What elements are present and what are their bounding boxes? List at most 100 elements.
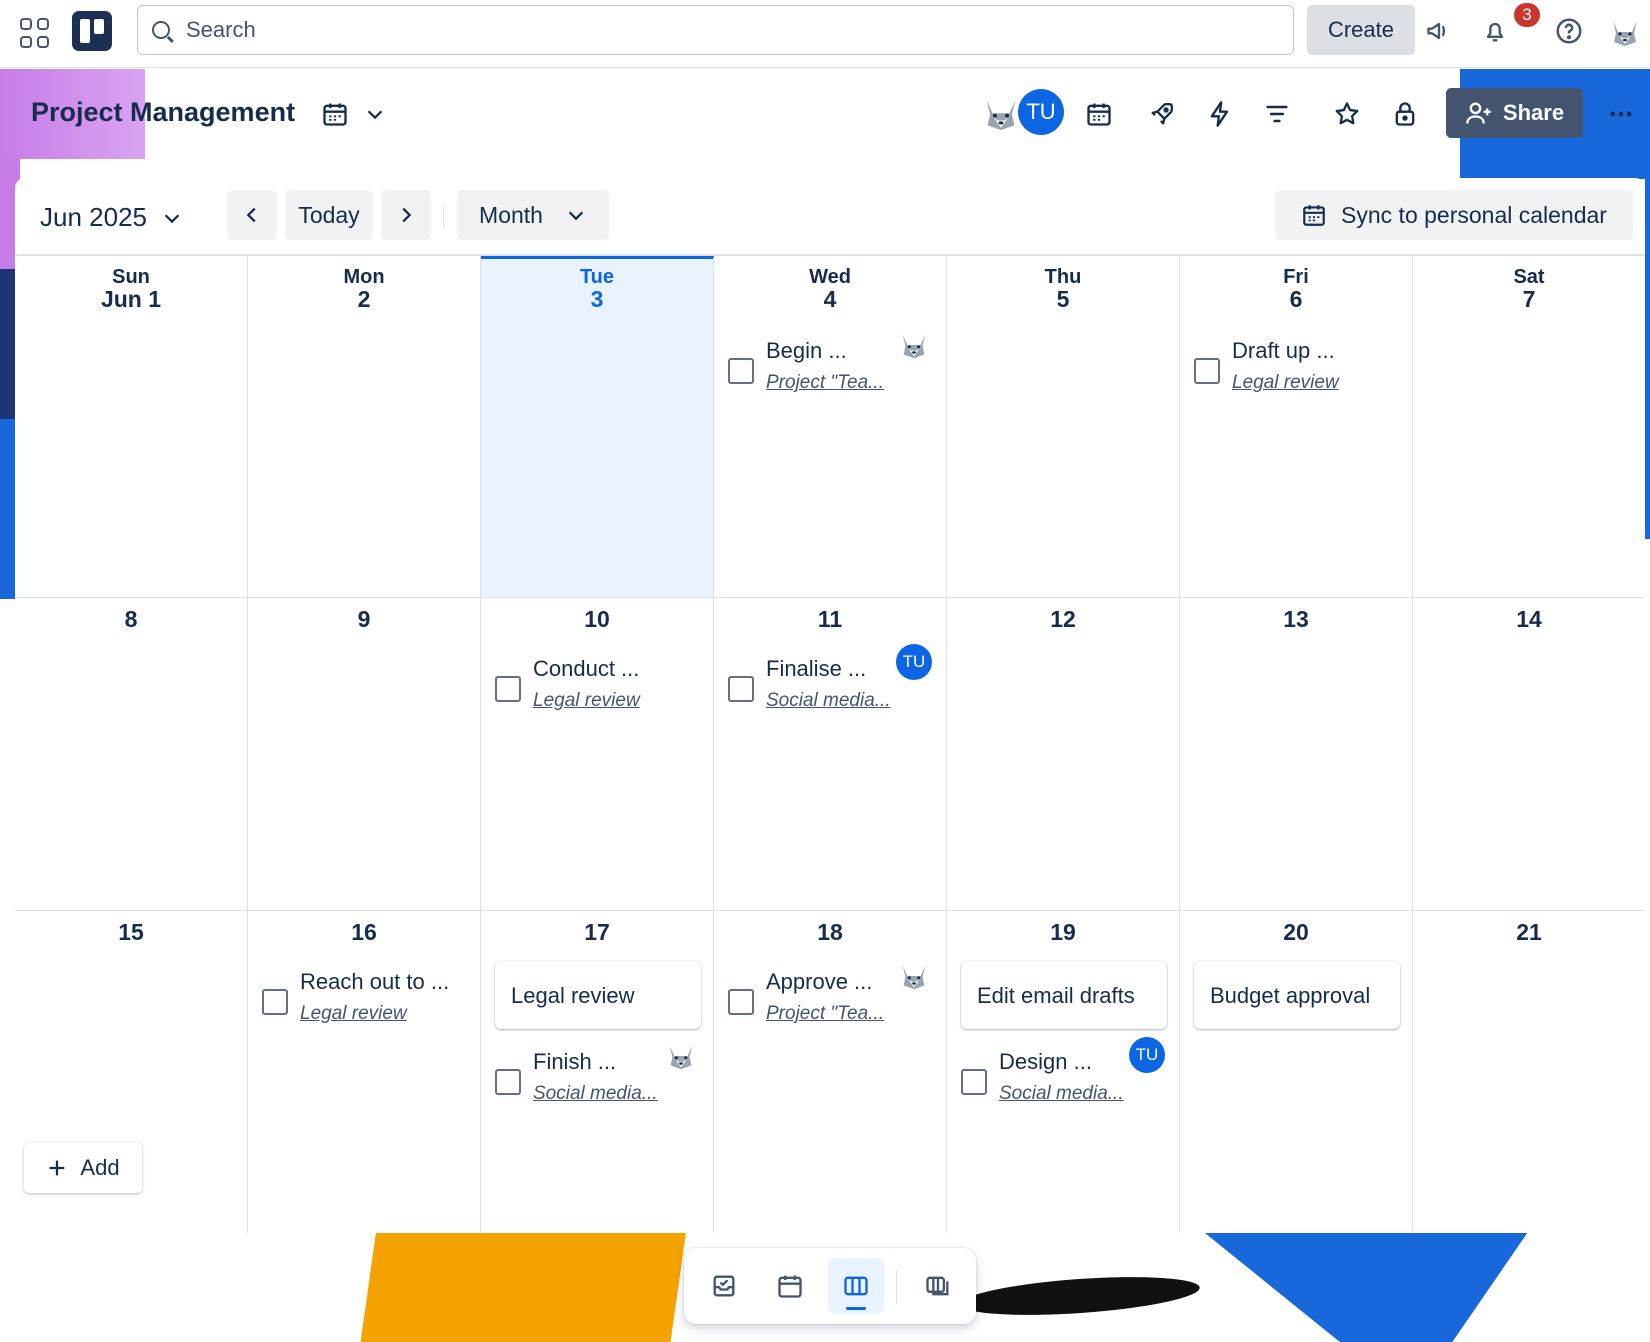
task-item[interactable]: Conduct ... Legal review: [495, 656, 701, 736]
planner-calendar-icon[interactable]: [762, 1258, 818, 1314]
day-cell[interactable]: Sun Jun 1: [15, 256, 248, 598]
day-number: 5: [1056, 286, 1070, 312]
search-input[interactable]: [186, 17, 1186, 43]
day-cell[interactable]: 18 Approve ... Project "Tea...: [714, 911, 947, 1233]
automation-lightning-icon[interactable]: [1203, 97, 1237, 131]
member-avatar-tu[interactable]: TU: [1018, 89, 1064, 135]
share-button[interactable]: Share: [1446, 88, 1583, 138]
chevron-down-icon: [164, 213, 180, 223]
day-number: 10: [584, 606, 610, 632]
day-cell[interactable]: Fri 6 Draft up ... Legal review: [1180, 256, 1413, 598]
more-options-icon[interactable]: [1604, 97, 1638, 131]
sync-calendar-button[interactable]: Sync to personal calendar: [1275, 190, 1633, 240]
task-item[interactable]: Approve ... Project "Tea...: [728, 957, 934, 1049]
chevron-down-icon[interactable]: [358, 97, 392, 131]
day-cell[interactable]: Sat 7: [1413, 256, 1645, 598]
next-month-button[interactable]: [381, 190, 431, 240]
day-number: 2: [357, 286, 371, 312]
event-card[interactable]: Budget approval: [1194, 961, 1400, 1029]
create-button[interactable]: Create: [1307, 5, 1415, 55]
task-checkbox[interactable]: [961, 1069, 987, 1095]
day-cell[interactable]: 17 Legal review Finish ... Social media.…: [481, 911, 714, 1233]
share-label: Share: [1502, 100, 1565, 125]
task-item[interactable]: Finish ... Social media...: [495, 1037, 701, 1129]
inbox-icon[interactable]: [696, 1258, 752, 1314]
day-cell[interactable]: 9: [248, 598, 481, 911]
task-assignee-avatar: [896, 957, 932, 993]
month-picker[interactable]: Jun 2025: [40, 202, 183, 233]
trello-logo-icon[interactable]: [72, 11, 112, 51]
board-title[interactable]: Project Management: [31, 97, 295, 128]
day-cell[interactable]: 21: [1413, 911, 1645, 1233]
task-assignee-avatar: [663, 1037, 699, 1073]
task-title: Reach out to ...: [300, 969, 450, 994]
lock-visibility-icon[interactable]: [1388, 97, 1422, 131]
day-cell[interactable]: Mon 2: [248, 256, 481, 598]
task-list-link[interactable]: Social media...: [999, 1083, 1124, 1105]
search-box[interactable]: [137, 5, 1294, 55]
task-list-link[interactable]: Legal review: [1232, 372, 1339, 394]
board-view-icon[interactable]: [828, 1258, 884, 1314]
day-cell[interactable]: 20 Budget approval: [1180, 911, 1413, 1233]
previous-month-button[interactable]: [227, 190, 277, 240]
event-card[interactable]: Edit email drafts: [961, 961, 1167, 1029]
star-icon[interactable]: [1330, 97, 1364, 131]
task-checkbox[interactable]: [728, 989, 754, 1015]
month-label: Jun 2025: [40, 202, 147, 232]
calendar-view-icon[interactable]: [318, 97, 352, 131]
task-list-link[interactable]: Social media...: [766, 690, 891, 712]
day-cell[interactable]: Thu 5: [947, 256, 1180, 598]
calendar-icon[interactable]: [1082, 97, 1116, 131]
view-select[interactable]: Month: [457, 190, 609, 240]
megaphone-icon[interactable]: [1422, 14, 1456, 48]
task-checkbox[interactable]: [728, 358, 754, 384]
app-switcher-icon[interactable]: [20, 18, 50, 48]
day-cell[interactable]: 10 Conduct ... Legal review: [481, 598, 714, 911]
today-button[interactable]: Today: [285, 190, 373, 240]
task-checkbox[interactable]: [1194, 358, 1220, 384]
plus-icon: [50, 1160, 65, 1176]
user-avatar[interactable]: [1606, 12, 1644, 50]
task-item[interactable]: Begin ... Project "Tea...: [728, 326, 934, 418]
view-switcher: [684, 1248, 976, 1324]
task-checkbox[interactable]: [262, 989, 288, 1015]
switcher-divider: [896, 1270, 897, 1304]
toolbar-divider: [443, 206, 444, 228]
task-item[interactable]: Design ... Social media... TU: [961, 1037, 1167, 1129]
day-cell[interactable]: 13: [1180, 598, 1413, 911]
switch-boards-icon[interactable]: [910, 1258, 966, 1314]
task-title: Approve ...: [766, 969, 873, 994]
day-cell[interactable]: 11 Finalise ... Social media... TU: [714, 598, 947, 911]
day-cell[interactable]: 16 Reach out to ... Legal review: [248, 911, 481, 1233]
background-shape: [359, 1229, 687, 1342]
background-shape: [0, 419, 16, 599]
board-header: Project Management TU: [0, 69, 1650, 159]
task-item[interactable]: Reach out to ... Legal review: [262, 969, 468, 1049]
day-cell[interactable]: 19 Edit email drafts Design ... Social m…: [947, 911, 1180, 1233]
day-cell[interactable]: 8: [15, 598, 248, 911]
task-checkbox[interactable]: [495, 676, 521, 702]
day-cell[interactable]: 14: [1413, 598, 1645, 911]
day-cell-today[interactable]: Tue 3: [481, 256, 714, 598]
task-list-link[interactable]: Project "Tea...: [766, 372, 884, 394]
help-icon[interactable]: [1552, 14, 1586, 48]
task-checkbox[interactable]: [495, 1069, 521, 1095]
task-list-link[interactable]: Project "Tea...: [766, 1003, 884, 1025]
add-label: Add: [80, 1155, 120, 1180]
power-ups-rocket-icon[interactable]: [1145, 97, 1179, 131]
day-number: 13: [1283, 606, 1309, 632]
notifications-icon[interactable]: [1478, 14, 1512, 48]
day-cell[interactable]: Wed 4 Begin ... Project "Tea...: [714, 256, 947, 598]
task-list-link[interactable]: Legal review: [533, 690, 640, 712]
task-list-link[interactable]: Legal review: [300, 1003, 407, 1025]
filter-icon[interactable]: [1260, 97, 1294, 131]
calendar-grid: Sun Jun 1 Mon 2 Tue 3 Wed 4 Begin ... Pr…: [15, 256, 1645, 1233]
task-item[interactable]: Finalise ... Social media... TU: [728, 644, 934, 736]
event-card[interactable]: Legal review: [495, 961, 701, 1029]
task-list-link[interactable]: Social media...: [533, 1083, 658, 1105]
day-cell[interactable]: 12: [947, 598, 1180, 911]
task-item[interactable]: Draft up ... Legal review: [1194, 338, 1400, 418]
add-button[interactable]: Add: [24, 1143, 142, 1193]
day-number: 3: [590, 286, 604, 312]
task-checkbox[interactable]: [728, 676, 754, 702]
